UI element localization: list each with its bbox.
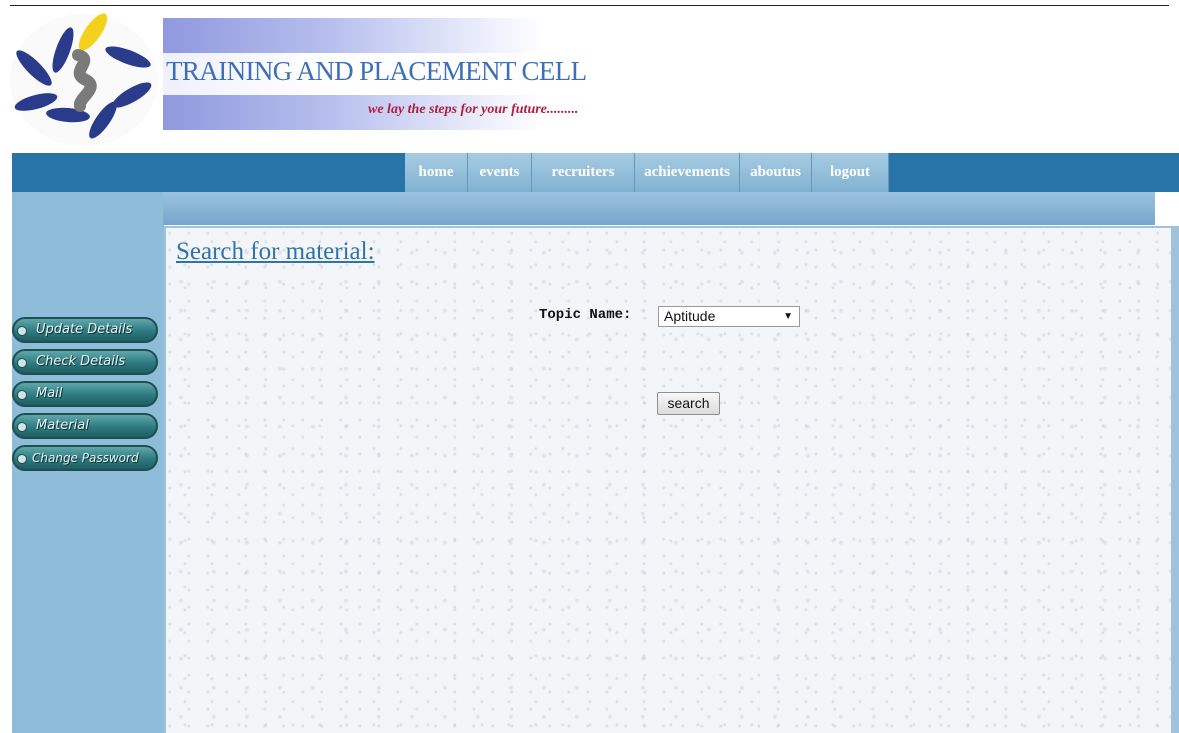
nav-item-aboutus[interactable]: aboutus — [740, 153, 812, 192]
sidebar-item-label: Check Details — [36, 354, 126, 369]
sidebar-item-label: Change Password — [32, 451, 139, 465]
bullet-icon — [17, 390, 27, 400]
bullet-icon — [17, 422, 27, 432]
content-right-border — [1173, 226, 1179, 733]
sidebar-item-check-details[interactable]: Check Details — [12, 349, 158, 375]
nav-item-events[interactable]: events — [468, 153, 532, 192]
nav-menu: home events recruiters achievements abou… — [405, 153, 889, 192]
bullet-icon — [17, 326, 27, 336]
topic-name-select[interactable]: Aptitude ▼ — [658, 306, 800, 327]
sidebar-item-update-details[interactable]: Update Details — [12, 317, 158, 343]
page-title: Search for material: — [176, 238, 375, 265]
dropdown-arrow-icon: ▼ — [783, 311, 793, 322]
nav-item-home[interactable]: home — [405, 153, 468, 192]
strip-gap — [1155, 192, 1179, 225]
top-rule — [10, 5, 1169, 6]
sidebar-item-material[interactable]: Material — [12, 413, 158, 439]
site-tagline: we lay the steps for your future........… — [368, 102, 579, 117]
search-button[interactable]: search — [657, 392, 720, 415]
nav-item-achievements[interactable]: achievements — [635, 153, 740, 192]
sidebar-item-label: Update Details — [36, 322, 133, 337]
sidebar-item-label: Mail — [36, 386, 63, 401]
bullet-icon — [17, 454, 27, 464]
content-panel — [164, 226, 1173, 733]
topic-name-label: Topic Name: — [539, 307, 632, 323]
content-header-strip — [163, 192, 1155, 225]
sidebar-item-mail[interactable]: Mail — [12, 381, 158, 407]
site-title: TRAINING AND PLACEMENT CELL — [166, 56, 587, 86]
topic-select-value: Aptitude — [664, 308, 716, 324]
sidebar-item-change-password[interactable]: Change Password — [12, 445, 158, 471]
nav-item-logout[interactable]: logout — [812, 153, 889, 192]
logo — [10, 13, 158, 145]
nav-item-recruiters[interactable]: recruiters — [532, 153, 635, 192]
sidebar: Update Details Check Details Mail Materi… — [12, 192, 164, 733]
bullet-icon — [17, 358, 27, 368]
sidebar-item-label: Material — [36, 418, 89, 433]
